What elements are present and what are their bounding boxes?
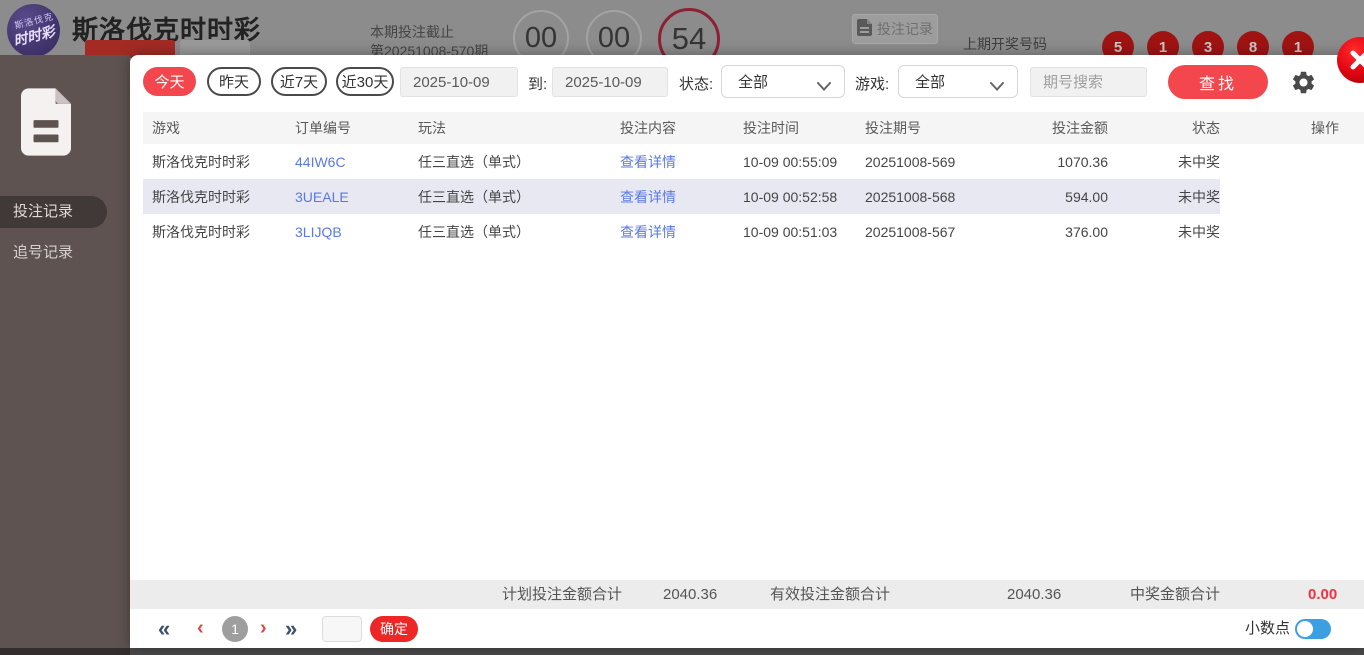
cell-time: 10-09 00:52:58 [743,189,865,205]
cell-play: 任三直选（单式） [418,222,620,242]
game-select-value: 全部 [915,71,945,92]
to-label: 到: [528,73,547,94]
table-row: 斯洛伐克时时彩 3UEALE 任三直选（单式） 查看详情 10-09 00:52… [143,179,1220,214]
sidebar-item-bet-records[interactable]: 投注记录 [0,196,107,228]
screen: 斯洛伐克 时时彩 斯洛伐克时时彩 本期投注截止 第20251008-570期 0… [0,0,1364,655]
bet-records-modal: 今天 昨天 近7天 近30天 到: 状态: 全部 游戏: 全部 查找 游戏 订单… [130,55,1364,648]
toggle-knob [1297,621,1313,637]
view-details-link[interactable]: 查看详情 [620,152,743,172]
deadline-label: 本期投注截止 [370,22,454,42]
cell-status: 未中奖 [1108,187,1220,207]
cell-time: 10-09 00:55:09 [743,154,865,170]
last-page-icon[interactable]: » [285,609,297,648]
sidebar: 投注记录 追号记录 [0,55,130,648]
game-label: 游戏: [855,73,889,94]
last-draw-label: 上期开奖号码 [963,34,1047,54]
col-amount: 投注金额 [1050,118,1108,138]
page-number-input[interactable] [322,616,362,642]
cell-issue: 20251008-567 [865,224,1050,240]
cell-amount: 376.00 [1050,224,1108,240]
cell-amount: 1070.36 [1050,154,1108,170]
cell-game: 斯洛伐克时时彩 [152,222,295,242]
order-link[interactable]: 44IW6C [295,154,418,170]
status-label: 状态: [679,73,713,94]
cell-game: 斯洛伐克时时彩 [152,152,295,172]
bottom-strip-right [130,648,1364,655]
win-total-label: 中奖金额合计 [1130,580,1220,609]
settings-gear-icon[interactable] [1290,69,1317,96]
cell-play: 任三直选（单式） [418,152,620,172]
status-select-value: 全部 [738,71,768,92]
valid-total-label: 有效投注金额合计 [770,580,890,609]
pagination-bar: « ‹ 1 › » 确定 小数点 [130,609,1364,648]
cell-time: 10-09 00:51:03 [743,224,865,240]
chevron-down-icon [817,78,831,95]
cell-status: 未中奖 [1108,152,1220,172]
records-icon [21,88,71,161]
issue-search-input[interactable] [1030,67,1147,97]
current-page-badge[interactable]: 1 [222,616,248,642]
cell-issue: 20251008-569 [865,154,1050,170]
game-select[interactable]: 全部 [898,65,1018,98]
view-details-link[interactable]: 查看详情 [620,222,743,242]
sidebar-item-chase-records[interactable]: 追号记录 [0,237,73,269]
cell-status: 未中奖 [1108,222,1220,242]
lottery-logo: 斯洛伐克 时时彩 [7,4,60,57]
next-page-icon[interactable]: › [260,609,267,648]
bottom-strip-left [0,648,130,655]
prev-page-icon[interactable]: ‹ [197,609,204,648]
table-row: 斯洛伐克时时彩 3LIJQB 任三直选（单式） 查看详情 10-09 00:51… [143,214,1220,249]
col-status: 状态 [1108,118,1220,138]
decimal-toggle[interactable] [1295,619,1331,639]
col-content: 投注内容 [620,118,743,138]
cell-issue: 20251008-568 [865,189,1050,205]
win-total-value: 0.00 [1308,580,1337,609]
view-details-link[interactable]: 查看详情 [620,187,743,207]
order-link[interactable]: 3LIJQB [295,224,418,240]
cell-amount: 594.00 [1050,189,1108,205]
filter-last7-button[interactable]: 近7天 [271,67,327,96]
order-link[interactable]: 3UEALE [295,189,418,205]
date-to-input[interactable] [552,67,668,97]
chevron-down-icon [990,78,1004,95]
cell-play: 任三直选（单式） [418,187,620,207]
document-icon [857,19,872,39]
confirm-page-button[interactable]: 确定 [370,616,418,642]
filter-today-button[interactable]: 今天 [143,67,196,96]
col-order: 订单编号 [295,118,418,138]
table-header-row: 游戏 订单编号 玩法 投注内容 投注时间 投注期号 投注金额 状态 操作 [143,112,1364,144]
valid-total-value: 2040.36 [1007,580,1061,609]
filter-yesterday-button[interactable]: 昨天 [207,67,261,96]
col-action: 操作 [1220,118,1364,138]
status-select[interactable]: 全部 [721,65,845,98]
filter-last30-button[interactable]: 近30天 [336,67,394,96]
planned-total-label: 计划投注金额合计 [502,580,622,609]
table-row: 斯洛伐克时时彩 44IW6C 任三直选（单式） 查看详情 10-09 00:55… [143,144,1220,179]
decimal-toggle-label: 小数点 [1245,609,1290,648]
bet-record-button[interactable]: 投注记录 [852,14,938,44]
date-from-input[interactable] [400,67,518,97]
col-issue: 投注期号 [865,118,1050,138]
search-button[interactable]: 查找 [1168,65,1268,99]
col-game: 游戏 [152,118,295,138]
bet-record-button-label: 投注记录 [877,19,933,39]
col-time: 投注时间 [743,118,865,138]
planned-total-value: 2040.36 [663,580,717,609]
cell-game: 斯洛伐克时时彩 [152,187,295,207]
first-page-icon[interactable]: « [158,609,170,648]
col-play: 玩法 [418,118,620,138]
totals-bar: 计划投注金额合计 2040.36 有效投注金额合计 2040.36 中奖金额合计… [130,580,1364,609]
